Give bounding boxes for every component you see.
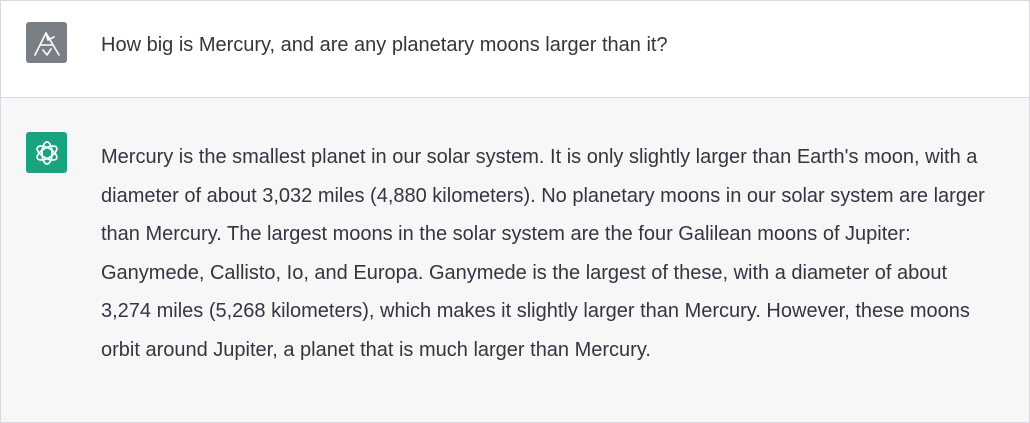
user-avatar-glyph — [33, 31, 60, 56]
assistant-message-row: Mercury is the smallest planet in our so… — [1, 98, 1029, 422]
openai-logo-icon — [26, 132, 67, 173]
user-avatar-icon — [26, 22, 67, 63]
user-message-text: How big is Mercury, and are any planetar… — [101, 34, 668, 56]
user-message-row: How big is Mercury, and are any planetar… — [1, 1, 1029, 98]
openai-logo-glyph — [35, 140, 58, 165]
chat-window: How big is Mercury, and are any planetar… — [0, 0, 1030, 423]
assistant-message-text: Mercury is the smallest planet in our so… — [101, 146, 985, 361]
